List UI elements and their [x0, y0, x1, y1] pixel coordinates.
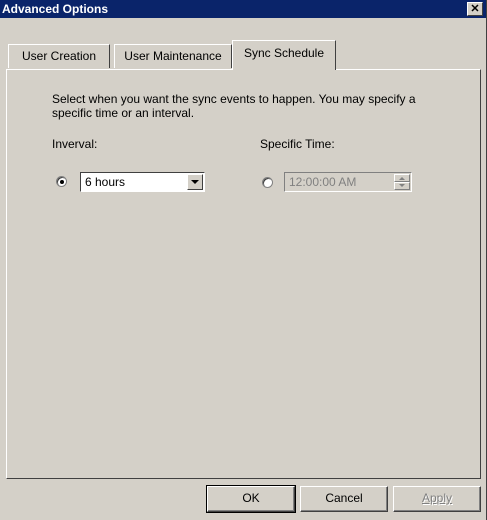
ok-button[interactable]: OK: [206, 485, 296, 513]
tab-label: Sync Schedule: [243, 46, 325, 60]
advanced-options-dialog: Advanced Options ✕ User Creation User Ma…: [0, 0, 487, 520]
tab-label: User Creation: [21, 49, 97, 63]
interval-label: Inverval:: [52, 137, 98, 151]
specific-time-radio[interactable]: [262, 177, 273, 188]
apply-button[interactable]: Apply: [393, 486, 481, 512]
tab-panel: [6, 69, 481, 479]
cancel-button[interactable]: Cancel: [300, 486, 388, 512]
specific-time-label: Specific Time:: [260, 137, 335, 151]
dropdown-button[interactable]: [187, 174, 203, 190]
apply-label: Apply: [421, 491, 453, 505]
title-bar: Advanced Options ✕: [0, 0, 486, 18]
ok-label: OK: [242, 491, 260, 505]
specific-time-value: 12:00:00 AM: [289, 175, 357, 189]
description-text: Select when you want the sync events to …: [52, 92, 416, 120]
spin-down-icon[interactable]: [394, 182, 410, 190]
interval-radio[interactable]: [56, 176, 67, 187]
tab-user-maintenance[interactable]: User Maintenance: [114, 44, 232, 68]
spin-up-icon[interactable]: [394, 174, 410, 182]
time-spinner[interactable]: [394, 174, 410, 190]
close-icon: ✕: [470, 3, 480, 15]
tab-user-creation[interactable]: User Creation: [8, 44, 110, 68]
tab-label: User Maintenance: [124, 49, 222, 63]
specific-time-input[interactable]: 12:00:00 AM: [284, 172, 412, 192]
tab-sync-schedule[interactable]: Sync Schedule: [232, 40, 336, 70]
cancel-label: Cancel: [325, 491, 363, 505]
close-button[interactable]: ✕: [467, 2, 483, 16]
window-title: Advanced Options: [2, 2, 109, 16]
radio-selected-dot: [60, 180, 64, 184]
interval-dropdown[interactable]: 6 hours: [80, 172, 205, 192]
interval-value: 6 hours: [85, 175, 126, 189]
chevron-down-icon: [191, 180, 199, 184]
